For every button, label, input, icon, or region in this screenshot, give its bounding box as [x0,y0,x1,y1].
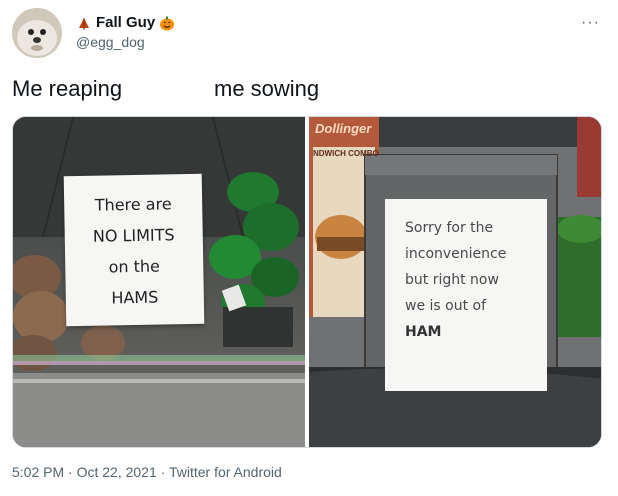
footer-separator-2: · [160,464,166,480]
background-combo-sign: NDWICH COMBO [313,149,379,158]
dog-avatar-icon [12,8,62,58]
right-sign-line-4: we is out of [405,298,487,314]
left-sign-line-3: on the [108,256,161,277]
tweet-footer: 5:02 PM · Oct 22, 2021 · Twitter for And… [12,464,282,480]
tweet-media[interactable]: There are NO LIMITS on the HAMS Dollinge… [12,116,602,448]
tweet-header: Fall Guy @egg_dog ··· [12,8,606,58]
tweet-time[interactable]: 5:02 PM [12,464,64,480]
right-sign-line-1: Sorry for the [405,220,494,236]
display-name-row[interactable]: Fall Guy [76,14,175,31]
more-options-icon[interactable]: ··· [581,14,600,32]
tweet-client[interactable]: Twitter for Android [169,464,282,480]
media-left-photo[interactable]: There are NO LIMITS on the HAMS [13,117,305,447]
caption-left: Me reaping [12,76,123,101]
avatar[interactable] [12,8,62,58]
leaf-icon [79,17,89,30]
left-sign-line-2: NO LIMITS [92,225,175,246]
background-restaurant-sign: Dollinger [315,121,372,136]
right-photo-sign: Sorry for the inconvenience but right no… [385,199,547,391]
pumpkin-icon [160,16,175,30]
display-name[interactable]: Fall Guy [96,14,155,31]
user-handle[interactable]: @egg_dog [76,34,145,50]
right-sign-line-5: HAM [405,324,442,340]
media-right-photo[interactable]: Dollinger NDWICH COMBO Sorry for the inc… [309,117,601,447]
tweet-date[interactable]: Oct 22, 2021 [77,464,157,480]
footer-separator-1: · [68,464,73,480]
right-sign-line-2: inconvenience [405,246,507,262]
caption-right: me sowing [214,76,320,101]
left-photo-sign: There are NO LIMITS on the HAMS [63,173,205,327]
left-sign-line-1: There are [94,194,172,215]
left-sign-line-4: HAMS [111,287,159,308]
right-sign-line-3: but right now [405,272,499,288]
